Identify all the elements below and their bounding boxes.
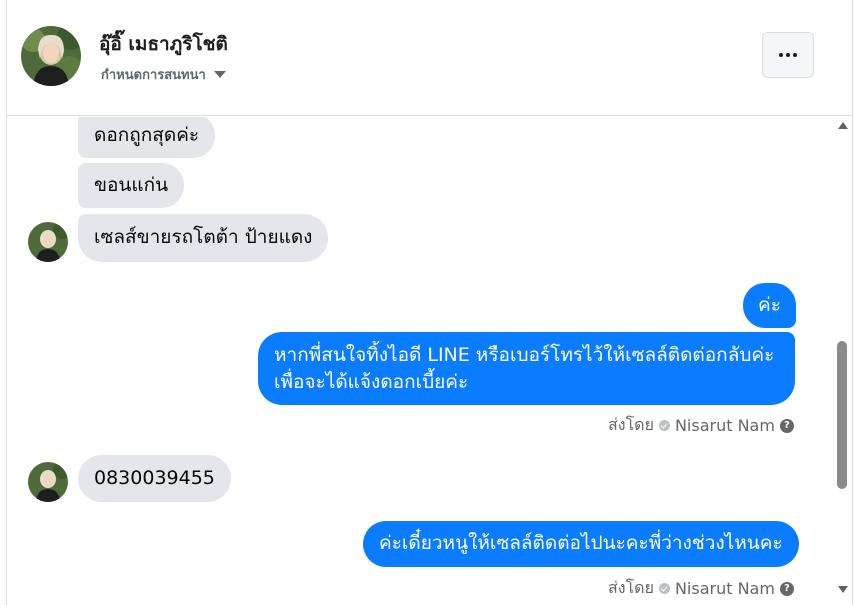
message-text: ดอกถูกสุดค่ะ [94, 124, 200, 146]
sent-by-info: ส่งโดย Nisarut Nam ? [608, 413, 794, 438]
message-bubble-incoming[interactable]: ดอกถูกสุดค่ะ [78, 117, 216, 158]
contact-avatar-small[interactable] [28, 222, 68, 262]
ellipsis-icon [779, 53, 783, 57]
message-thread[interactable]: ดอกถูกสุดค่ะ ขอนแก่น เซลส์ขายรถโตต้า ป้า… [7, 117, 833, 605]
conversation-settings-label: กำหนดการสนทนา [101, 68, 206, 83]
message-text-line: เพื่อจะได้แจ้งดอกเบี้ยค่ะ [274, 371, 469, 393]
sent-by-label: ส่งโดย [608, 415, 654, 434]
contact-avatar-small[interactable] [28, 462, 68, 502]
caret-down-icon [213, 71, 226, 78]
message-bubble-incoming[interactable]: เซลส์ขายรถโตต้า ป้ายแดง [78, 214, 329, 262]
more-options-button[interactable] [762, 32, 814, 78]
sender-name: Nisarut Nam [674, 416, 775, 435]
message-text: 0830039455 [94, 467, 215, 489]
verified-icon [658, 583, 670, 594]
help-icon[interactable]: ? [779, 581, 794, 596]
message-bubble-outgoing[interactable]: ค่ะ [743, 283, 796, 328]
thread-scrollbar[interactable] [833, 117, 852, 605]
message-bubble-incoming[interactable]: ขอนแก่น [78, 163, 185, 208]
message-text: ค่ะ [758, 294, 781, 316]
message-bubble-outgoing[interactable]: หากพี่สนใจทิ้งไอดี LINE หรือเบอร์โทรไว้ใ… [258, 332, 795, 405]
scrollbar-thumb[interactable] [837, 341, 847, 489]
ellipsis-dot [793, 53, 797, 57]
contact-avatar[interactable] [21, 26, 81, 86]
message-text: ค่ะเดี๋ยวหนูให้เซลล์ติดต่อไปนะคะพี่ว่างช… [379, 532, 783, 554]
sender-name: Nisarut Nam [674, 579, 775, 598]
verified-icon [658, 420, 670, 431]
message-text-line: หากพี่สนใจทิ้งไอดี LINE หรือเบอร์โทรไว้ใ… [274, 344, 775, 366]
message-bubble-incoming[interactable]: 0830039455 [78, 455, 231, 502]
message-text: ขอนแก่น [94, 174, 169, 196]
conversation-settings-dropdown[interactable]: กำหนดการสนทนา [101, 64, 226, 85]
scroll-down-arrow-icon[interactable] [838, 586, 848, 593]
message-bubble-outgoing[interactable]: ค่ะเดี๋ยวหนูให้เซลล์ติดต่อไปนะคะพี่ว่างช… [363, 521, 799, 567]
help-icon[interactable]: ? [779, 418, 794, 433]
contact-name[interactable]: อุ๊อิ๊ เมธาภูริโชติ [99, 29, 228, 59]
ellipsis-dot [786, 53, 790, 57]
sent-by-info: ส่งโดย Nisarut Nam ? [608, 576, 794, 601]
message-text: เซลส์ขายรถโตต้า ป้ายแดง [94, 226, 313, 248]
scroll-up-arrow-icon[interactable] [838, 122, 848, 129]
conversation-header: อุ๊อิ๊ เมธาภูริโชติ กำหนดการสนทนา [7, 0, 852, 116]
sent-by-label: ส่งโดย [608, 578, 654, 597]
frame-border-right [852, 0, 853, 605]
